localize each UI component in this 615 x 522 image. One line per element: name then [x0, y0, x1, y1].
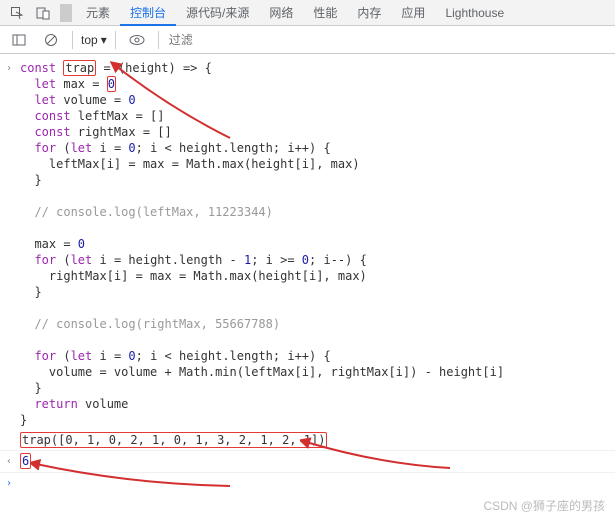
console-body: const trap = (height) => { let max = 0 l…: [0, 54, 615, 494]
result-value: 6: [20, 453, 31, 470]
tab-memory[interactable]: 内存: [347, 0, 391, 26]
tab-performance[interactable]: 性能: [303, 0, 347, 26]
separator: [72, 31, 73, 49]
console-toolbar: top ▾: [0, 26, 615, 54]
console-prompt-row[interactable]: [0, 472, 615, 494]
devtools-tabs: 元素 控制台 源代码/来源 网络 性能 内存 应用 Lighthouse: [0, 0, 615, 26]
console-input-row: const trap = (height) => { let max = 0 l…: [0, 58, 615, 430]
prompt-marker-icon: [6, 475, 20, 492]
call-expression: trap([0, 1, 0, 2, 1, 0, 1, 3, 2, 1, 2, 1…: [20, 432, 327, 448]
watermark: CSDN @狮子座的男孩: [483, 497, 605, 514]
console-input-row: trap([0, 1, 0, 2, 1, 0, 1, 3, 2, 1, 2, 1…: [0, 430, 615, 450]
code-block: const trap = (height) => { let max = 0 l…: [20, 60, 504, 428]
console-output-row: 6: [0, 450, 615, 472]
device-toggle-icon[interactable]: [30, 0, 56, 26]
filter-input[interactable]: [167, 30, 609, 50]
spacer: [6, 432, 20, 448]
inspect-icon[interactable]: [4, 0, 30, 26]
context-selector[interactable]: top ▾: [81, 33, 107, 47]
context-label: top: [81, 33, 98, 47]
live-expression-icon[interactable]: [124, 27, 150, 53]
separator: [115, 31, 116, 49]
input-marker-icon: [6, 60, 20, 428]
result-highlight: 6: [20, 453, 31, 469]
sidebar-toggle-icon[interactable]: [6, 27, 32, 53]
tab-console[interactable]: 控制台: [120, 0, 176, 26]
call-highlight: trap([0, 1, 0, 2, 1, 0, 1, 3, 2, 1, 2, 1…: [20, 432, 327, 448]
tab-application[interactable]: 应用: [391, 0, 435, 26]
trap-identifier: trap: [63, 60, 96, 76]
tab-elements[interactable]: 元素: [76, 0, 120, 26]
clear-console-icon[interactable]: [38, 27, 64, 53]
tab-network[interactable]: 网络: [259, 0, 303, 26]
chevron-down-icon: ▾: [101, 33, 107, 47]
output-marker-icon: [6, 453, 20, 470]
separator: [158, 31, 159, 49]
tab-lighthouse[interactable]: Lighthouse: [435, 0, 514, 26]
separator: [60, 4, 72, 22]
tab-sources[interactable]: 源代码/来源: [176, 0, 259, 26]
